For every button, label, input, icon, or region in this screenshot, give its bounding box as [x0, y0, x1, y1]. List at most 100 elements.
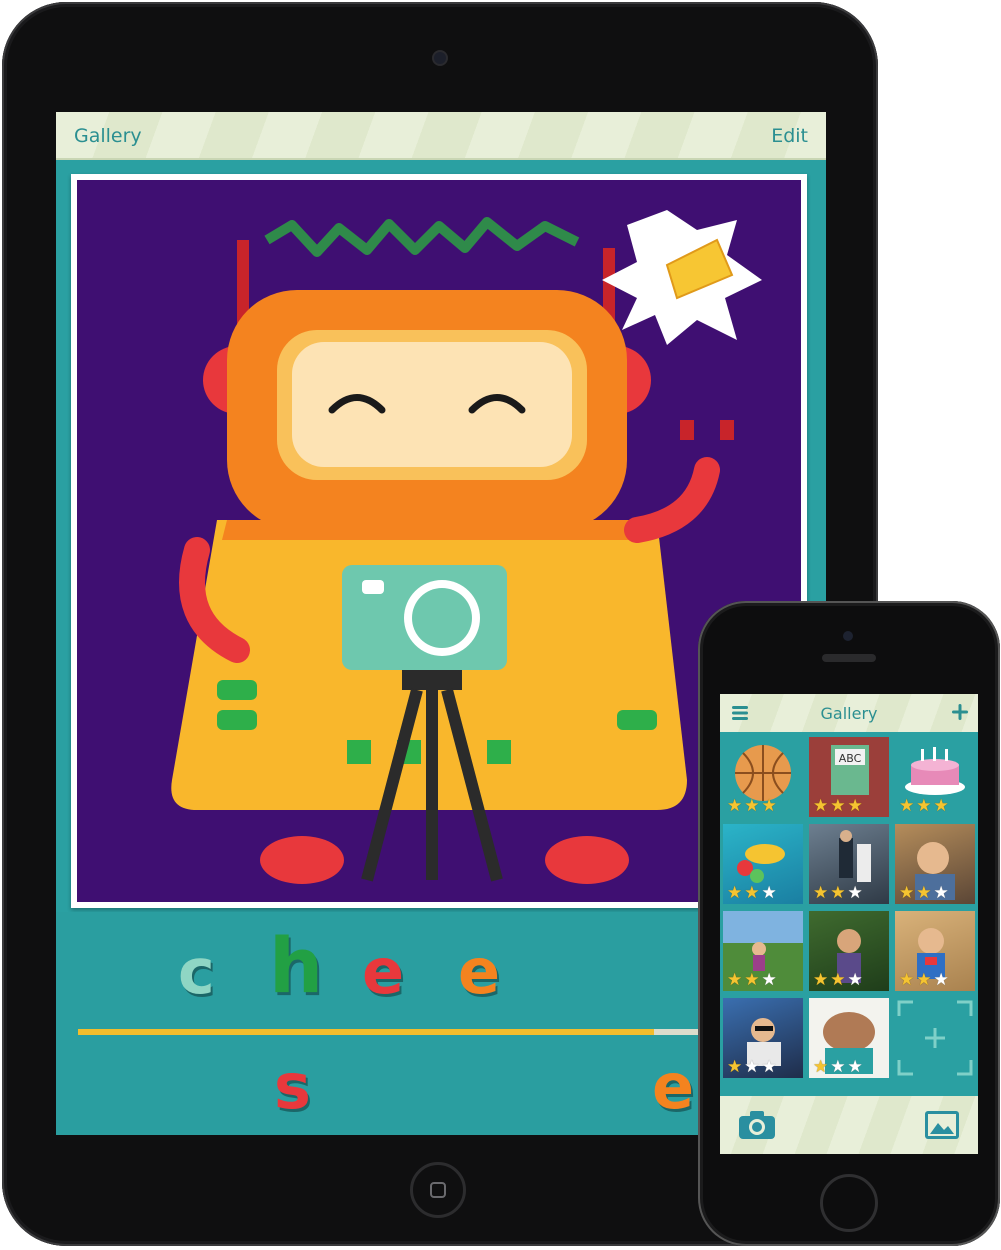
star-rating: ★ ★ ★: [813, 797, 863, 815]
iphone-front-camera: [843, 631, 853, 641]
built-letter-c[interactable]: c: [178, 935, 215, 1008]
camera-icon[interactable]: [738, 1110, 776, 1140]
star-rating: ★ ★ ★: [727, 971, 777, 989]
star-icon: ★: [830, 796, 846, 816]
star-icon: ★: [899, 970, 915, 990]
gallery-tile-beach-boy-photo[interactable]: ★ ★ ★: [895, 911, 975, 991]
gallery-back-button[interactable]: Gallery: [74, 125, 142, 147]
star-icon: ★: [813, 1057, 829, 1077]
star-rating: ★ ★ ★: [813, 1058, 863, 1076]
star-icon: ★: [899, 796, 915, 816]
star-icon: ★: [813, 796, 829, 816]
ipad-nav-bar: Gallery Edit: [56, 112, 826, 160]
body-panel-right: [617, 710, 657, 730]
gallery-tile-wedding-photo[interactable]: ★ ★ ★: [809, 824, 889, 904]
star-rating: ★ ★ ★: [813, 884, 863, 902]
photo-library-icon[interactable]: [924, 1110, 960, 1140]
star-icon: ★: [916, 796, 932, 816]
star-icon: ★: [899, 883, 915, 903]
iphone-nav-title: Gallery: [820, 704, 878, 723]
star-icon: ★: [916, 970, 932, 990]
star-icon: ★: [847, 796, 863, 816]
robot-art: [171, 210, 762, 884]
star-empty-icon: ★: [744, 1057, 760, 1077]
iphone-nav-bar: Gallery: [720, 694, 978, 732]
edit-button[interactable]: Edit: [771, 125, 808, 147]
body-panel-left: [217, 680, 257, 700]
right-foot: [545, 836, 629, 884]
star-rating: ★ ★ ★: [727, 1058, 777, 1076]
camera-lens: [412, 588, 472, 648]
star-empty-icon: ★: [761, 1057, 777, 1077]
body-panel-left-2: [217, 710, 257, 730]
right-claw: [680, 420, 734, 440]
gallery-tile-birthday-cake[interactable]: ★ ★ ★: [895, 737, 975, 817]
iphone-device: Gallery ★ ★ ★ ABC ★ ★ ★ ★ ★ ★ ★ ★ ★ ★ ★ …: [698, 601, 1000, 1246]
star-empty-icon: ★: [933, 883, 949, 903]
star-rating: ★ ★ ★: [899, 797, 949, 815]
camera-flash: [362, 580, 384, 594]
ipad-front-camera: [434, 52, 446, 64]
gallery-tile-stroller-photo[interactable]: ★ ★ ★: [723, 998, 803, 1078]
available-letter-e[interactable]: e: [652, 1050, 694, 1123]
star-icon: ★: [727, 796, 743, 816]
star-icon: ★: [744, 796, 760, 816]
robot-neck: [222, 520, 642, 540]
built-letter-e[interactable]: e: [362, 935, 404, 1008]
star-icon: ★: [830, 970, 846, 990]
right-arm: [624, 457, 720, 543]
svg-text:ABC: ABC: [839, 752, 862, 765]
gallery-tile-add-photo[interactable]: [895, 998, 975, 1078]
star-icon: ★: [830, 883, 846, 903]
star-empty-icon: ★: [761, 883, 777, 903]
photo-frame: [71, 174, 807, 908]
iphone-toolbar: [720, 1096, 978, 1154]
left-foot: [260, 836, 344, 884]
star-icon: ★: [727, 1057, 743, 1077]
iphone-home-button[interactable]: [820, 1174, 878, 1232]
star-empty-icon: ★: [847, 1057, 863, 1077]
gallery-tile-park-photo[interactable]: ★ ★ ★: [723, 911, 803, 991]
ipad-home-button[interactable]: [410, 1162, 466, 1218]
iphone-speaker: [822, 654, 876, 662]
tripod-head: [402, 670, 462, 690]
star-empty-icon: ★: [761, 970, 777, 990]
built-letter-e-2[interactable]: e: [458, 935, 500, 1008]
star-icon: ★: [813, 883, 829, 903]
plus-icon[interactable]: [952, 704, 968, 720]
home-square-icon: [430, 1182, 446, 1198]
body-button-1: [347, 740, 371, 764]
star-rating: ★ ★ ★: [727, 884, 777, 902]
body-button-3: [487, 740, 511, 764]
star-icon: ★: [744, 883, 760, 903]
robot-hair: [264, 217, 580, 257]
built-letter-h[interactable]: h: [269, 921, 323, 1010]
star-icon: ★: [761, 796, 777, 816]
add-photo-placeholder-icon: [897, 1000, 973, 1076]
star-icon: ★: [727, 970, 743, 990]
gallery-tile-garden-photo[interactable]: ★ ★ ★: [809, 911, 889, 991]
star-rating: ★ ★ ★: [899, 884, 949, 902]
robot-illustration: [77, 180, 801, 902]
star-icon: ★: [727, 883, 743, 903]
star-rating: ★ ★ ★: [899, 971, 949, 989]
star-icon: ★: [744, 970, 760, 990]
gallery-tile-boy-photo[interactable]: ★ ★ ★: [895, 824, 975, 904]
word-progress-fill: [78, 1029, 654, 1035]
star-icon: ★: [916, 883, 932, 903]
star-empty-icon: ★: [933, 970, 949, 990]
star-icon: ★: [933, 796, 949, 816]
star-rating: ★ ★ ★: [813, 971, 863, 989]
gallery-grid: ★★★ ABC ★★★ ★★★ ★★★ ★★★ ★★★: [720, 732, 978, 1096]
star-empty-icon: ★: [830, 1057, 846, 1077]
star-icon: ★: [813, 970, 829, 990]
star-empty-icon: ★: [847, 883, 863, 903]
gallery-tile-ice-cream-photo[interactable]: ★ ★ ★: [809, 998, 889, 1078]
iphone-screen: Gallery ★ ★ ★ ABC ★ ★ ★ ★ ★ ★ ★ ★ ★ ★ ★ …: [720, 694, 978, 1154]
gallery-tile-abc-book[interactable]: ABC ★ ★ ★: [809, 737, 889, 817]
star-rating: ★ ★ ★: [727, 797, 777, 815]
gallery-tile-basketball[interactable]: ★ ★ ★: [723, 737, 803, 817]
available-letter-s[interactable]: s: [274, 1050, 311, 1123]
gallery-tile-pool-photo[interactable]: ★ ★ ★: [723, 824, 803, 904]
star-empty-icon: ★: [847, 970, 863, 990]
